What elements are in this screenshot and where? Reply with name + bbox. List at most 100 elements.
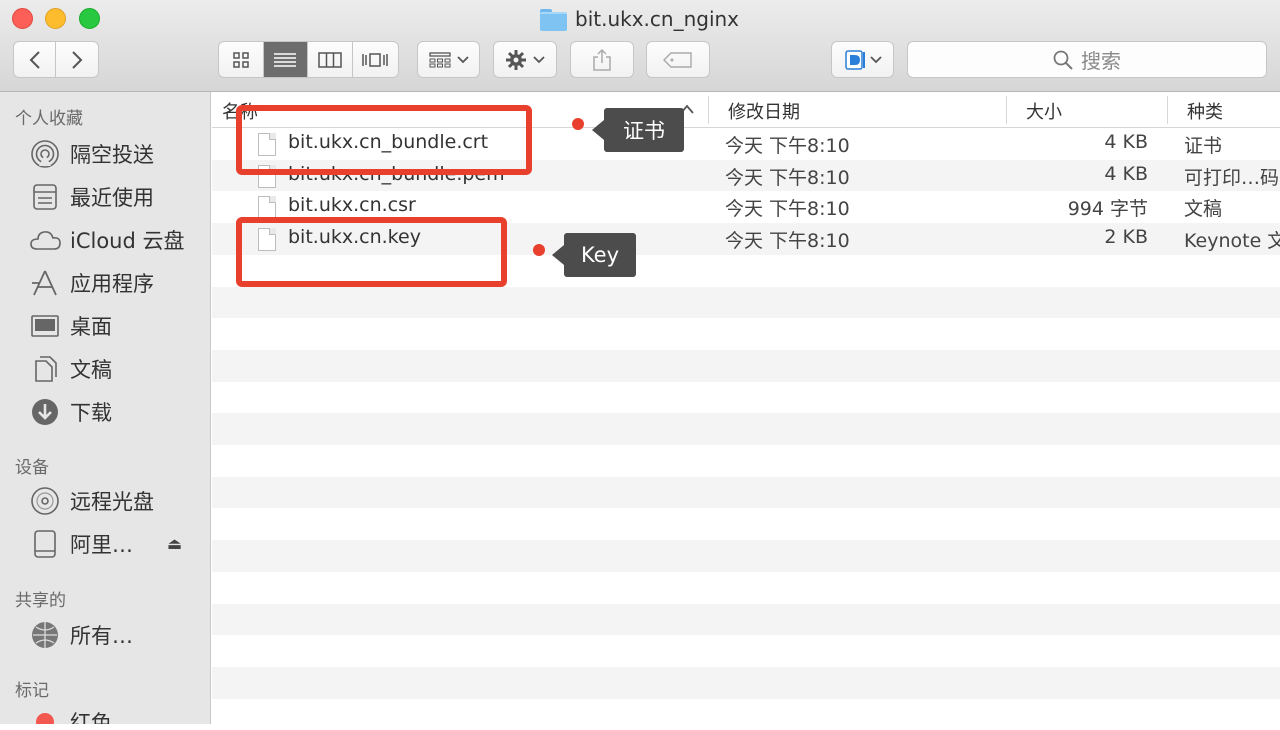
column-size[interactable]: 大小 [1026, 98, 1062, 124]
desktop-icon [28, 311, 62, 341]
share-button[interactable] [570, 41, 634, 78]
cloud-icon [28, 225, 62, 255]
navigation-control [13, 41, 99, 78]
empty-row [212, 666, 1280, 699]
column-divider[interactable] [1167, 96, 1168, 124]
empty-row [212, 540, 1280, 572]
sidebar-item-downloads[interactable]: 下载 [28, 395, 112, 429]
share-icon [593, 48, 611, 71]
icon-view-icon [233, 51, 249, 68]
red-tag-icon [28, 707, 62, 724]
cover-flow-icon [362, 52, 388, 67]
chevron-down-icon [456, 55, 469, 63]
view-mode-control [218, 41, 399, 78]
file-date: 今天 下午8:10 [725, 166, 850, 189]
list-view-button[interactable] [263, 42, 308, 77]
document-icon [258, 196, 276, 220]
empty-row [212, 286, 1280, 319]
icon-view-button[interactable] [219, 42, 264, 77]
group-by-button[interactable] [417, 41, 480, 78]
recents-icon [28, 182, 62, 212]
column-view-button[interactable] [308, 42, 353, 77]
file-size: 4 KB [1104, 131, 1148, 153]
tags-button[interactable] [646, 41, 710, 78]
empty-row [212, 603, 1280, 636]
close-button[interactable] [12, 8, 33, 29]
key-marker-dot [533, 244, 545, 256]
empty-row [212, 508, 1280, 540]
downloads-icon [28, 397, 62, 427]
file-date: 今天 下午8:10 [725, 135, 850, 157]
eject-icon[interactable]: ⏏ [167, 534, 182, 553]
applications-icon [28, 268, 62, 298]
sidebar-section-devices: 设备 [15, 458, 49, 478]
search-field[interactable]: 搜索 [907, 41, 1267, 78]
file-kind: 文稿 [1184, 198, 1223, 221]
list-view-icon [274, 52, 297, 67]
certificate-callout: 证书 [592, 108, 684, 152]
chevron-right-icon [72, 50, 83, 69]
back-button[interactable] [14, 42, 57, 77]
file-date: 今天 下午8:10 [725, 198, 850, 221]
airdrop-icon [28, 139, 62, 169]
search-icon [1053, 50, 1073, 70]
window-title-text: bit.ukx.cn_nginx [575, 7, 740, 31]
zoom-button[interactable] [79, 8, 100, 29]
sidebar-item-all-shared[interactable]: 所有… [28, 618, 133, 652]
tag-icon [663, 51, 692, 68]
action-menu-button[interactable] [493, 41, 557, 78]
certificate-highlight-box [236, 105, 532, 175]
sidebar-section-favorites: 个人收藏 [15, 109, 83, 129]
app-extension-icon [844, 49, 865, 70]
extension-button[interactable] [831, 41, 894, 78]
empty-row [212, 413, 1280, 445]
file-date: 今天 下午8:10 [725, 230, 850, 253]
column-divider[interactable] [708, 96, 709, 124]
column-view-icon [318, 51, 342, 68]
file-size: 4 KB [1104, 162, 1148, 185]
sidebar-section-tags: 标记 [15, 681, 49, 701]
empty-row [212, 699, 1280, 730]
sidebar-item-documents[interactable]: 文稿 [28, 352, 112, 386]
chevron-down-icon [533, 55, 545, 63]
file-list: 名称 修改日期 大小 种类 bit.ukx.cn_bundle.crt 今天 下… [212, 92, 1280, 724]
file-size: 994 字节 [1067, 198, 1148, 221]
file-kind: 可打印…码 [1184, 166, 1280, 189]
empty-row [212, 572, 1280, 604]
file-name: bit.ukx.cn.csr [288, 194, 416, 217]
sidebar-item-red-tag[interactable]: 红色 [28, 705, 112, 724]
sidebar-item-remote-disc[interactable]: 远程光盘 [28, 484, 154, 518]
sidebar-section-shared: 共享的 [15, 591, 66, 611]
sidebar: 个人收藏 隔空投送 最近使用 iCloud 云盘 应用程序 桌面 文稿 下载 设… [0, 92, 211, 724]
chevron-down-icon [869, 55, 882, 63]
key-highlight-box [236, 217, 507, 287]
file-kind: 证书 [1184, 135, 1223, 157]
network-icon [28, 620, 62, 650]
sidebar-item-airdrop[interactable]: 隔空投送 [28, 137, 154, 171]
sidebar-item-icloud[interactable]: iCloud 云盘 [28, 223, 185, 257]
cover-flow-view-button[interactable] [353, 42, 398, 77]
key-callout: Key [552, 233, 636, 277]
column-divider[interactable] [1006, 96, 1007, 124]
empty-row [212, 382, 1280, 414]
folder-icon [540, 9, 567, 31]
forward-button[interactable] [56, 42, 98, 77]
search-placeholder: 搜索 [1081, 49, 1121, 73]
group-icon [428, 51, 451, 67]
empty-row [212, 349, 1280, 382]
file-kind: Keynote 文 [1184, 230, 1280, 253]
column-date[interactable]: 修改日期 [728, 98, 800, 124]
certificate-marker-dot [572, 118, 584, 130]
sidebar-item-applications[interactable]: 应用程序 [28, 266, 154, 300]
minimize-button[interactable] [45, 8, 66, 29]
drive-icon [28, 529, 62, 559]
empty-row [212, 318, 1280, 350]
sidebar-item-desktop[interactable]: 桌面 [28, 309, 112, 343]
chevron-left-icon [29, 50, 40, 69]
sidebar-item-drive[interactable]: 阿里… [28, 527, 133, 561]
empty-row [212, 476, 1280, 509]
column-kind[interactable]: 种类 [1187, 98, 1223, 124]
documents-icon [28, 354, 62, 384]
file-size: 2 KB [1104, 226, 1148, 249]
sidebar-item-recents[interactable]: 最近使用 [28, 180, 154, 214]
